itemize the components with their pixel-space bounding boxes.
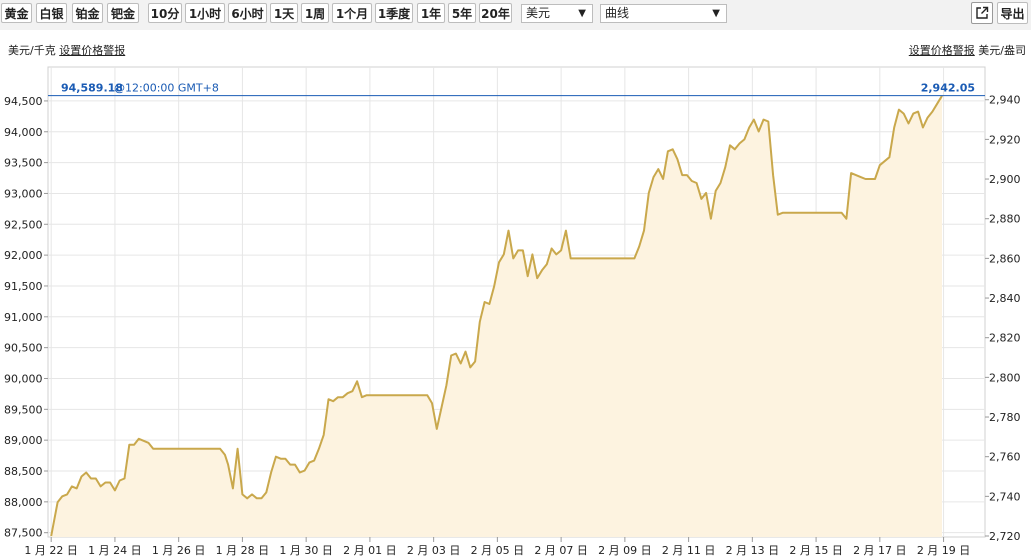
y-tick-label-left: 87,500 [4, 527, 43, 540]
crosshair-right-value: 2,942.05 [921, 82, 975, 95]
y-tick-label-right: 2,760 [989, 451, 1021, 464]
y-tick-label-right: 2,800 [989, 371, 1021, 384]
x-tick-label: 2 月 01 日 [343, 544, 397, 557]
y-tick-label-right: 2,940 [989, 94, 1021, 107]
y-tick-label-left: 94,000 [4, 126, 43, 139]
x-tick-label: 2 月 15 日 [789, 544, 843, 557]
x-tick-label: 2 月 19 日 [917, 544, 971, 557]
y-tick-label-left: 91,000 [4, 311, 43, 324]
y-tick-label-right: 2,860 [989, 252, 1021, 265]
x-tick-label: 2 月 13 日 [726, 544, 780, 557]
y-tick-label-left: 90,500 [4, 342, 43, 355]
x-tick-label: 1 月 22 日 [24, 544, 78, 557]
y-tick-label-left: 93,500 [4, 157, 43, 170]
price-chart[interactable]: 87,500 88,000 88,500 89,000 89,500 90,000 90,5… [0, 0, 1031, 558]
y-tick-label-left: 91,500 [4, 280, 43, 293]
y-tick-label-left: 88,500 [4, 465, 43, 478]
crosshair-time: @12:00:00 GMT+8 [114, 82, 219, 95]
y-tick-label-left: 89,000 [4, 434, 43, 447]
y-tick-label-left: 93,000 [4, 187, 43, 200]
x-tick-label: 2 月 03 日 [407, 544, 461, 557]
x-tick-label: 2 月 05 日 [471, 544, 525, 557]
y-tick-label-right: 2,840 [989, 292, 1021, 305]
x-tick-label: 1 月 30 日 [279, 544, 333, 557]
x-tick-label: 2 月 07 日 [534, 544, 588, 557]
x-tick-label: 2 月 17 日 [853, 544, 907, 557]
y-tick-label-right: 2,820 [989, 332, 1021, 345]
y-tick-label-left: 92,000 [4, 249, 43, 262]
y-tick-label-right: 2,900 [989, 173, 1021, 186]
y-tick-label-right: 2,780 [989, 411, 1021, 424]
x-tick-label: 2 月 11 日 [662, 544, 716, 557]
y-tick-label-left: 92,500 [4, 218, 43, 231]
x-tick-label: 1 月 24 日 [88, 544, 142, 557]
y-tick-label-right: 2,740 [989, 490, 1021, 503]
x-tick-label: 1 月 28 日 [216, 544, 270, 557]
y-tick-label-left: 90,000 [4, 372, 43, 385]
y-tick-label-right: 2,920 [989, 133, 1021, 146]
x-tick-label: 1 月 26 日 [152, 544, 206, 557]
y-tick-label-left: 88,000 [4, 496, 43, 509]
y-tick-label-right: 2,720 [989, 530, 1021, 543]
y-tick-label-left: 94,500 [4, 95, 43, 108]
x-tick-label: 2 月 09 日 [598, 544, 652, 557]
y-tick-label-left: 89,500 [4, 403, 43, 416]
y-tick-label-right: 2,880 [989, 213, 1021, 226]
